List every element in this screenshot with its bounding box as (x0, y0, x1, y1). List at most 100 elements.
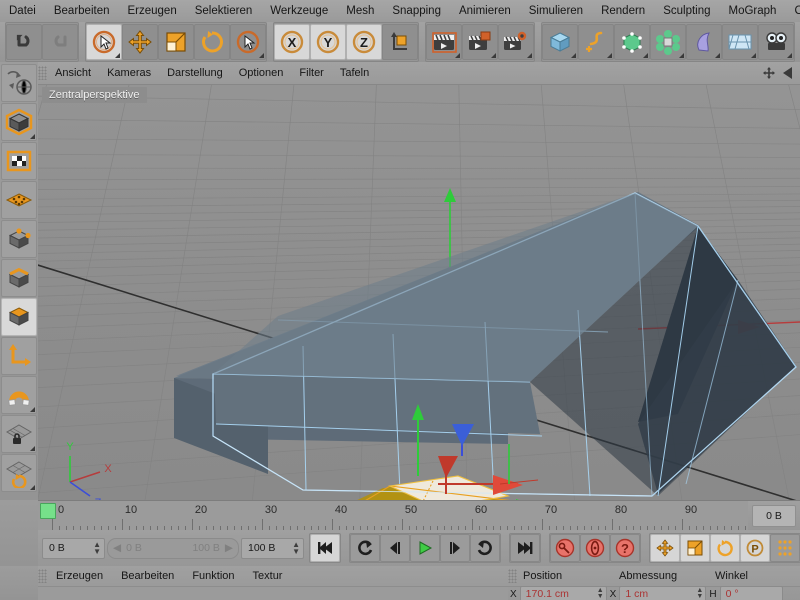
deformer-button[interactable] (686, 24, 722, 60)
scale-key-button[interactable] (680, 534, 710, 562)
menu-item-charakter[interactable]: Charakter (785, 2, 800, 20)
environment-button[interactable] (722, 24, 758, 60)
material-menu-funktion[interactable]: Funktion (183, 568, 243, 584)
lock-grid-button[interactable] (1, 415, 37, 453)
viewport-menu-optionen[interactable]: Optionen (231, 64, 292, 82)
go-to-start-button[interactable] (310, 534, 340, 562)
move-tool-button[interactable] (122, 24, 158, 60)
coordinates-row: X 170.1 cm ▲ ▼ X 1 cm ▲ ▼ H 0 ° (508, 586, 800, 600)
step-back-button[interactable] (380, 534, 410, 562)
coordinates-size-x-field[interactable]: 1 cm ▲ ▼ (619, 586, 707, 600)
coordinates-size-x-spinner[interactable]: ▲ ▼ (696, 587, 703, 600)
viewport-menu-kameras[interactable]: Kameras (99, 64, 159, 82)
menu-item-simulieren[interactable]: Simulieren (520, 2, 592, 20)
zoom-view-icon[interactable] (780, 66, 794, 80)
end-frame-spinner[interactable]: ▲ ▼ (292, 541, 300, 556)
viewport-canvas[interactable]: Y X Z Zentralperspektive (38, 84, 800, 500)
array-button[interactable] (650, 24, 686, 60)
end-frame-field[interactable]: 100 B ▲ ▼ (241, 537, 304, 559)
position-key-button[interactable] (650, 534, 680, 562)
frame-range-field[interactable]: ◀ 0 B 100 B ▶ (107, 537, 239, 559)
world-coordinates-button[interactable] (382, 24, 418, 60)
scale-tool-button[interactable] (158, 24, 194, 60)
material-menu-textur[interactable]: Textur (244, 568, 292, 584)
menu-item-sculpting[interactable]: Sculpting (654, 2, 719, 20)
magnet-button[interactable] (1, 376, 37, 414)
pointlevel-key-button[interactable] (770, 534, 800, 562)
viewport-grip-icon[interactable] (38, 66, 47, 80)
texture-mode-button[interactable] (1, 142, 37, 180)
menu-item-werkzeuge[interactable]: Werkzeuge (261, 2, 337, 20)
material-panel-grip-icon[interactable] (38, 569, 47, 583)
spline-button[interactable] (578, 24, 614, 60)
nurbs-button[interactable] (614, 24, 650, 60)
render-view-button[interactable] (426, 24, 462, 60)
range-left-arrow-icon[interactable]: ◀ (113, 542, 121, 554)
select-arrow-button[interactable] (230, 24, 266, 60)
material-manager-body[interactable] (38, 587, 508, 600)
range-right-arrow-icon[interactable]: ▶ (225, 542, 233, 554)
coordinates-position-x-spinner[interactable]: ▲ ▼ (597, 587, 604, 600)
coordinates-angle-h-field[interactable]: 0 ° (719, 586, 783, 600)
current-frame-field[interactable]: 0 B ▲ ▼ (42, 537, 105, 559)
go-to-end-button[interactable] (510, 534, 540, 562)
redo-button[interactable] (42, 24, 78, 60)
menu-item-bearbeiten[interactable]: Bearbeiten (45, 2, 119, 20)
points-mode-icon (5, 193, 33, 207)
axis-z-button[interactable]: Z (346, 24, 382, 60)
viewport-menu-filter[interactable]: Filter (291, 64, 331, 82)
keyframe-help-button[interactable]: ? (610, 534, 640, 562)
parameter-key-button[interactable]: P (740, 534, 770, 562)
edges-mode-button[interactable] (1, 220, 37, 258)
polygon-edge-button[interactable] (1, 259, 37, 297)
camera-button[interactable] (758, 24, 794, 60)
viewport-menu-tafeln[interactable]: Tafeln (332, 64, 377, 82)
workplane-button[interactable] (1, 454, 37, 492)
render-settings-icon (504, 31, 527, 50)
menu-item-rendern[interactable]: Rendern (592, 2, 654, 20)
autokey-button[interactable] (580, 534, 610, 562)
model-mode-button[interactable] (1, 103, 37, 141)
undo-button[interactable] (6, 24, 42, 60)
pan-view-icon[interactable] (762, 66, 776, 80)
menu-item-mesh[interactable]: Mesh (337, 2, 383, 20)
coordinates-position-x-field[interactable]: 170.1 cm ▲ ▼ (519, 586, 607, 600)
polygon-mode-button[interactable] (1, 298, 37, 336)
viewport-label[interactable]: Zentralperspektive (42, 87, 147, 103)
live-selection-button[interactable] (86, 24, 122, 60)
timeline-side-field[interactable]: 0 B (752, 505, 796, 527)
menu-item-animieren[interactable]: Animieren (450, 2, 520, 20)
play-button[interactable] (410, 534, 440, 562)
menu-item-datei[interactable]: Datei (0, 2, 45, 20)
next-key-button[interactable] (470, 534, 500, 562)
previous-key-button[interactable] (350, 534, 380, 562)
step-forward-button[interactable] (440, 534, 470, 562)
coordinates-panel-grip-icon[interactable] (508, 569, 517, 583)
viewport-menu-ansicht[interactable]: Ansicht (47, 64, 99, 82)
viewport-menu-darstellung[interactable]: Darstellung (159, 64, 231, 82)
menu-item-snapping[interactable]: Snapping (383, 2, 450, 20)
menu-item-erzeugen[interactable]: Erzeugen (118, 2, 185, 20)
step-back-icon (390, 542, 400, 554)
render-region-button[interactable] (462, 24, 498, 60)
cube-primitive-button[interactable] (542, 24, 578, 60)
rotation-key-button[interactable] (710, 534, 740, 562)
rotate-tool-button[interactable] (194, 24, 230, 60)
cinema4d-window: Datei Bearbeiten Erzeugen Selektieren We… (0, 0, 800, 600)
axis-x-button[interactable]: X (274, 24, 310, 60)
render-settings-button[interactable] (498, 24, 534, 60)
axis-mode-button[interactable] (1, 337, 37, 375)
svg-text:Z: Z (360, 35, 368, 50)
current-frame-spinner[interactable]: ▲ ▼ (93, 541, 101, 556)
points-mode-button[interactable] (1, 181, 37, 219)
undo-view-button[interactable] (1, 64, 37, 102)
timeline-ruler[interactable]: 0102030405060708090100 (38, 501, 748, 531)
material-menu-bearbeiten[interactable]: Bearbeiten (112, 568, 183, 584)
timeline-playhead[interactable] (40, 503, 56, 519)
timeline-panel: 0102030405060708090100 0 B (38, 500, 800, 532)
material-menu-erzeugen[interactable]: Erzeugen (47, 568, 112, 584)
axis-y-button[interactable]: Y (310, 24, 346, 60)
record-key-button[interactable] (550, 534, 580, 562)
menu-item-mograph[interactable]: MoGraph (720, 2, 786, 20)
menu-item-selektieren[interactable]: Selektieren (186, 2, 262, 20)
